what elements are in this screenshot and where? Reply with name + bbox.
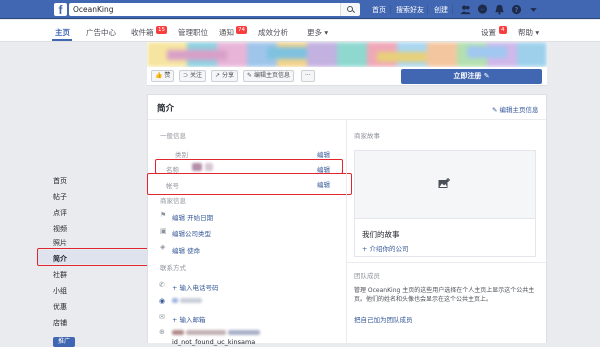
pencil-icon: ✎ xyxy=(247,72,254,79)
team-members-description: 管理 OceanKing 主页的这些用户选择在个人主页上显示这个公共主页。他们的… xyxy=(354,287,535,303)
highlight-box-about-nav xyxy=(37,248,149,266)
share-arrow-icon: ↗ xyxy=(215,72,222,79)
settings-count-badge: 4 xyxy=(499,26,507,34)
thumbs-up-icon: 👍 xyxy=(155,72,165,79)
tab-inbox[interactable]: 收件箱 xyxy=(131,27,154,38)
tab-insights[interactable]: 成效分析 xyxy=(258,27,288,38)
left-nav-shop[interactable]: 店铺 xyxy=(53,318,67,328)
business-info-heading: 商家信息 xyxy=(160,197,186,205)
highlight-box-username xyxy=(147,173,352,195)
tab-manage-roles[interactable]: 管理职位 xyxy=(178,27,208,38)
divider xyxy=(347,262,546,263)
edit-page-info-button[interactable]: ✎ 编辑主页信息 xyxy=(243,70,294,82)
edit-start-date-link[interactable]: 编辑 开始日期 xyxy=(172,212,213,222)
left-nav-groups[interactable]: 小组 xyxy=(53,286,67,296)
email-icon: ✉ xyxy=(159,313,165,321)
column-divider xyxy=(346,120,347,343)
nav-find-friends-link[interactable]: 搜索好友 xyxy=(396,5,424,15)
tab-home[interactable]: 主页 xyxy=(55,27,70,38)
like-button[interactable]: 👍 赞 xyxy=(151,70,175,82)
active-tab-indicator xyxy=(52,39,72,41)
globe-icon: ⊕ xyxy=(159,328,165,336)
notifications-bell-icon[interactable] xyxy=(494,4,505,15)
divider xyxy=(148,119,546,120)
sign-up-button[interactable]: 立即注册 ✎ xyxy=(401,69,542,84)
left-nav-reviews[interactable]: 点评 xyxy=(53,208,67,218)
settings-link[interactable]: 设置 xyxy=(481,27,496,38)
notifications-count-badge: 74 xyxy=(236,26,247,34)
add-email-link[interactable]: + 输入邮箱 xyxy=(172,314,206,324)
highlight-box-name xyxy=(155,159,343,174)
edit-page-info-link[interactable]: ✎ 编辑主页信息 xyxy=(492,104,539,114)
messenger-value-redacted xyxy=(172,298,178,303)
our-story-title: 我们的故事 xyxy=(362,230,400,239)
tab-more[interactable]: 更多 ▾ xyxy=(307,27,328,38)
edit-company-type-link[interactable]: 编辑公司类型 xyxy=(172,228,211,238)
business-story-heading: 商家故事 xyxy=(354,132,380,140)
inbox-count-badge: 15 xyxy=(156,26,167,34)
left-nav-posts[interactable]: 帖子 xyxy=(53,192,67,202)
search-input[interactable]: OceanKing xyxy=(69,3,340,16)
friend-requests-icon[interactable] xyxy=(460,4,471,15)
nav-divider xyxy=(427,5,428,14)
more-options-button[interactable]: ··· xyxy=(301,70,315,82)
help-menu[interactable]: 帮助 ▾ xyxy=(518,27,539,38)
category-label: 类别 xyxy=(175,151,188,159)
left-nav-offers[interactable]: 优惠 xyxy=(53,302,67,312)
pencil-icon: ✎ xyxy=(492,106,500,114)
add-self-as-team-member-link[interactable]: 把自己加为团队成员 xyxy=(354,314,413,324)
facebook-logo-icon[interactable]: f xyxy=(54,3,67,17)
contact-heading: 联系方式 xyxy=(160,264,186,272)
left-nav-photos[interactable]: 照片 xyxy=(53,238,67,248)
account-menu-arrow-icon[interactable] xyxy=(528,4,539,15)
introduce-company-link[interactable]: + 介绍你的公司 xyxy=(362,243,409,253)
cover-photo[interactable] xyxy=(147,42,547,67)
mission-icon: ◈ xyxy=(160,243,166,251)
general-info-heading: 一般信息 xyxy=(160,132,186,140)
tab-ad-center[interactable]: 广告中心 xyxy=(86,27,116,38)
messenger-icon[interactable] xyxy=(477,4,488,15)
add-phone-link[interactable]: + 输入电话号码 xyxy=(172,282,219,292)
tab-notifications[interactable]: 通知 xyxy=(219,27,234,38)
share-button[interactable]: ↗ 分享 xyxy=(211,70,238,82)
promote-button[interactable]: 推广 xyxy=(53,337,75,347)
add-photo-icon[interactable] xyxy=(438,178,450,189)
help-question-icon[interactable]: ? xyxy=(511,4,522,15)
partial-id-text: id_not_found_uc_kinsama xyxy=(172,338,256,346)
follow-button[interactable]: ⊃ 关注 xyxy=(179,70,206,82)
messenger-value-redacted xyxy=(180,298,202,303)
about-title: 简介 xyxy=(157,104,175,114)
website-value-redacted xyxy=(186,330,226,335)
messenger-icon: ◉ xyxy=(159,297,166,305)
left-nav-community[interactable]: 社群 xyxy=(53,270,67,280)
edit-mission-link[interactable]: 编辑 使命 xyxy=(172,245,200,255)
nav-divider xyxy=(390,5,391,14)
flag-icon: ⚑ xyxy=(160,211,167,219)
search-button[interactable] xyxy=(340,3,360,16)
phone-icon: ✆ xyxy=(159,281,165,289)
nav-create-link[interactable]: 创建 xyxy=(434,5,448,15)
website-value-redacted xyxy=(228,330,260,335)
website-value-redacted xyxy=(172,330,184,335)
rss-follow-icon: ⊃ xyxy=(183,72,190,79)
nav-home-link[interactable]: 首页 xyxy=(372,5,386,15)
team-members-heading: 团队成员 xyxy=(354,272,380,280)
left-nav-videos[interactable]: 视频 xyxy=(53,224,67,234)
left-nav-home[interactable]: 首页 xyxy=(53,176,67,186)
svg-text:?: ? xyxy=(515,6,519,14)
edit-category-link[interactable]: 编辑 xyxy=(317,149,330,159)
nav-divider xyxy=(452,5,453,14)
briefcase-icon: ▣ xyxy=(160,227,167,235)
